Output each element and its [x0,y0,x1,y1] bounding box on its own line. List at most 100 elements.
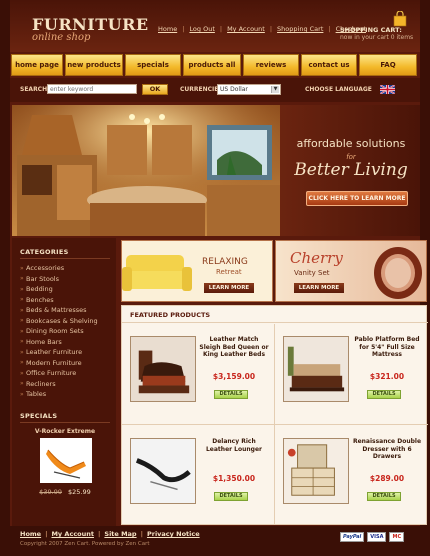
product-image[interactable] [130,336,196,402]
product-card: Pablo Platform Bed for 5'4" Full Size Ma… [275,324,425,424]
specials-title: SPECIALS [20,412,58,420]
category-item[interactable]: » Office Furniture [20,368,112,379]
hero-text-panel: affordable solutions for Better Living C… [280,105,420,236]
nav-faq[interactable]: FAQ [359,54,417,76]
footer-links: Home | My Account | Site Map | Privacy N… [20,530,200,538]
category-item[interactable]: » Accessories [20,263,112,274]
footer-link-my-account[interactable]: My Account [51,530,94,538]
banner1-learn-more-button[interactable]: LEARN MORE [204,283,254,293]
special-new-price: $25.99 [68,488,91,496]
header: FURNITURE online shop Home | Log Out | M… [10,0,420,52]
divider [20,422,110,423]
category-item[interactable]: » Leather Furniture [20,347,112,358]
banner1-title: RELAXING [202,257,248,267]
category-item[interactable]: » Bedding [20,284,112,295]
search-bar: SEARCH enter keyword OK CURRENCIES US Do… [10,78,420,102]
hero-tagline: Better Living [294,160,408,180]
category-label: Benches [26,295,54,304]
category-item[interactable]: » Dining Room Sets [20,326,112,337]
shopping-bag-icon[interactable] [393,11,407,27]
top-links: Home | Log Out | My Account | Shopping C… [158,25,366,33]
main-nav: home page new products specials products… [10,54,420,76]
hero-banner: affordable solutions for Better Living C… [12,105,420,236]
category-item[interactable]: » Recliners [20,379,112,390]
category-label: Tables [26,390,47,399]
category-label: Office Furniture [26,369,77,378]
category-item[interactable]: » Benches [20,295,112,306]
product-price: $289.00 [369,474,405,483]
chevron-down-icon[interactable]: ▼ [271,86,279,93]
uk-flag-icon[interactable] [380,85,395,94]
product-price: $1,350.00 [212,474,256,483]
special-old-price: $39.99 [39,488,62,496]
category-item[interactable]: » Beds & Mattresses [20,305,112,316]
footer-link-home[interactable]: Home [20,530,41,538]
logo-subtitle: online shop [32,32,91,43]
cherry-vanity-banner[interactable]: Cherry Vanity Set LEARN MORE [275,240,427,302]
currency-select[interactable]: US Dollar ▼ [217,84,281,95]
product-image[interactable] [283,438,349,504]
cart-title[interactable]: SHOPPING CART: [340,26,402,34]
product-details-button[interactable]: DETAILS [367,390,401,399]
category-label: Bedding [26,285,53,294]
kitchen-photo [12,105,280,236]
copyright-text: Copyright 2007 Zen Cart. Powered by Zen … [20,541,150,547]
relaxing-retreat-banner[interactable]: RELAXING Retreat LEARN MORE [121,240,273,302]
footer-link-privacy-notice[interactable]: Privacy Notice [147,530,200,538]
divider [122,322,428,323]
nav-specials[interactable]: specials [125,54,181,76]
footer: Home | My Account | Site Map | Privacy N… [10,526,420,556]
divider [122,424,428,425]
toplink-home[interactable]: Home [158,25,177,33]
product-image[interactable] [283,336,349,402]
featured-products: FEATURED PRODUCTS Leather Match Sleigh B… [121,305,428,526]
banner2-title: Cherry [290,249,343,267]
product-details-button[interactable]: DETAILS [214,390,248,399]
product-name[interactable]: Leather Match Sleigh Bed Queen or King L… [199,336,269,359]
product-details-button[interactable]: DETAILS [367,492,401,501]
mastercard-badge: MC [389,532,405,542]
category-label: Bar Stools [26,274,60,283]
category-item[interactable]: » Home Bars [20,337,112,348]
featured-title: FEATURED PRODUCTS [130,311,211,319]
hero-learn-more-button[interactable]: CLICK HERE TO LEARN MORE [306,191,408,206]
category-item[interactable]: » Bar Stools [20,274,112,285]
category-item[interactable]: » Modern Furniture [20,358,112,369]
category-label: Recliners [26,379,56,388]
category-item[interactable]: » Tables [20,389,112,400]
nav-home-page[interactable]: home page [11,54,63,76]
vanity-mirror-image [374,247,422,299]
product-details-button[interactable]: DETAILS [214,492,248,501]
special-product-image[interactable] [40,438,92,483]
special-product-name[interactable]: V-Rocker Extreme [20,428,110,435]
category-label: Accessories [26,264,65,273]
search-label: SEARCH [20,86,48,93]
separator: | [98,530,101,538]
toplink-logout[interactable]: Log Out [189,25,214,33]
footer-link-site-map[interactable]: Site Map [104,530,136,538]
nav-contact-us[interactable]: contact us [301,54,357,76]
toplink-shopping-cart[interactable]: Shopping Cart [277,25,323,33]
sidebar: CATEGORIES » Accessories » Bar Stools » Bed… [12,238,116,528]
product-card: Delancy Rich Leather Lounger $1,350.00 D… [122,426,272,526]
nav-reviews[interactable]: reviews [243,54,299,76]
separator: | [269,25,273,33]
product-image[interactable] [130,438,196,504]
banner2-learn-more-button[interactable]: LEARN MORE [294,283,344,293]
product-name[interactable]: Renaissance Double Dresser with 6 Drawer… [352,438,422,461]
nav-products-all[interactable]: products all [183,54,241,76]
product-price: $321.00 [369,372,405,381]
product-name[interactable]: Delancy Rich Leather Lounger [199,438,269,453]
nav-new-products[interactable]: new products [65,54,123,76]
category-item[interactable]: » Bookcases & Shelving [20,316,112,327]
search-input[interactable]: enter keyword [47,84,137,94]
search-ok-button[interactable]: OK [142,84,168,95]
paypal-badge: PayPal [340,532,365,542]
hero-headline: affordable solutions [296,137,406,150]
category-label: Beds & Mattresses [26,306,87,315]
language-label: CHOOSE LANGUAGE [305,86,372,93]
special-price: $39.99 $25.99 [20,488,110,496]
toplink-my-account[interactable]: My Account [227,25,265,33]
payment-badges: PayPal VISA MC [340,532,405,542]
product-name[interactable]: Pablo Platform Bed for 5'4" Full Size Ma… [352,336,422,359]
